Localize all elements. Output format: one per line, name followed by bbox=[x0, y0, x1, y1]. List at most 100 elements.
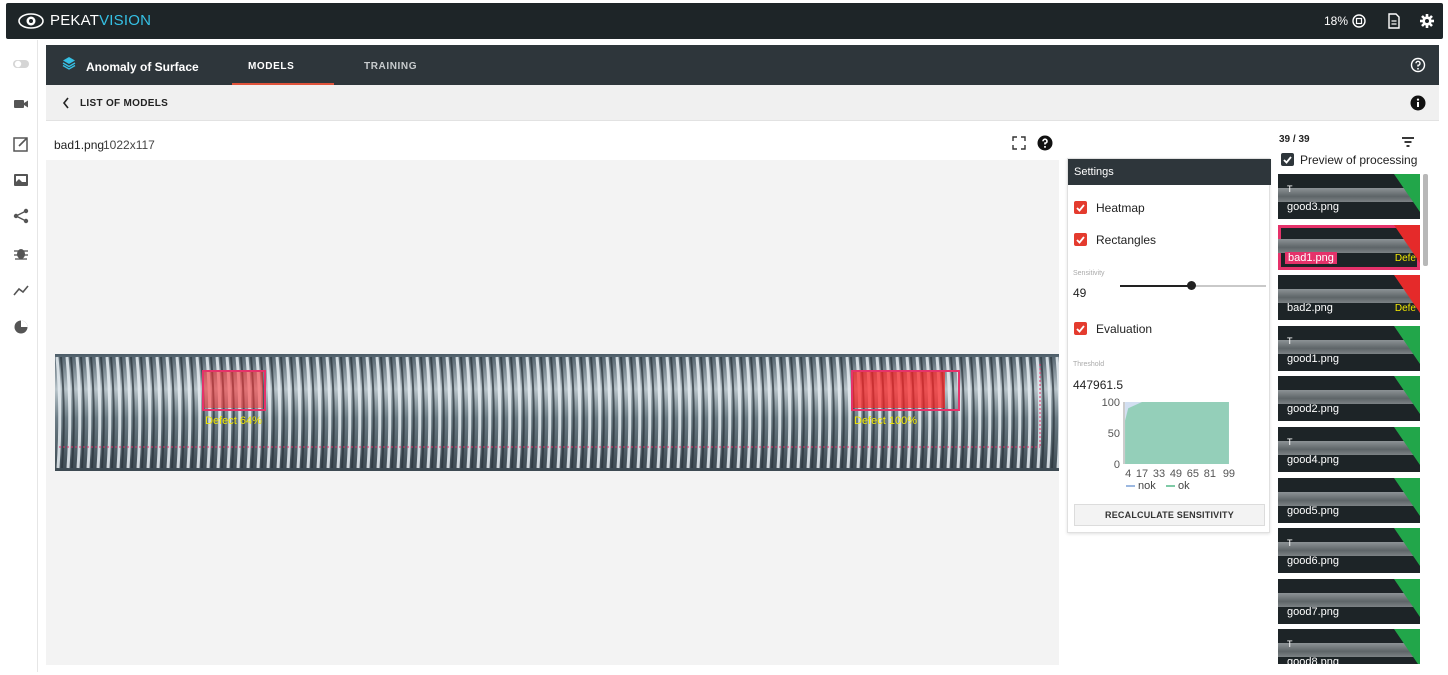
camera-icon[interactable] bbox=[11, 94, 31, 114]
resource-usage: 18% bbox=[1324, 14, 1349, 28]
chart-x-tick-label: 81 bbox=[1204, 468, 1216, 480]
preview-processing-checkbox[interactable] bbox=[1281, 153, 1294, 166]
chart-area-ok bbox=[1125, 402, 1229, 464]
evaluation-chart: 100 50 04 17 33 49 65 81 99 nok ok bbox=[1102, 397, 1235, 492]
toggle-icon[interactable] bbox=[11, 54, 31, 74]
legend-label-nok: nok bbox=[1138, 480, 1156, 492]
chart-x-tick-label: 33 bbox=[1153, 468, 1165, 480]
expand-icon[interactable] bbox=[1012, 136, 1026, 150]
chart-x-tick-label: 99 bbox=[1223, 468, 1235, 480]
chart-y-tick-label: 50 bbox=[1108, 428, 1120, 440]
thumbnail-filename: bad1.png bbox=[1285, 251, 1337, 264]
image-dimensions: 1022x117 bbox=[103, 138, 155, 152]
sensitivity-slider-thumb[interactable] bbox=[1187, 281, 1196, 290]
rectangles-checkbox[interactable] bbox=[1074, 233, 1087, 246]
thumbnail-defect-label: Defe bbox=[1394, 303, 1416, 315]
eye-logo-icon bbox=[18, 13, 44, 29]
thumbnail-item[interactable]: Tgood8.png bbox=[1278, 629, 1420, 664]
thumbnail-item[interactable]: good7.png bbox=[1278, 578, 1420, 624]
thumbnail-mark: T bbox=[1287, 538, 1293, 549]
status-ok-badge bbox=[1394, 174, 1420, 212]
brand-name-part2: VISION bbox=[99, 12, 152, 29]
layers-icon bbox=[62, 57, 76, 70]
image-count: 39 / 39 bbox=[1279, 134, 1310, 145]
chart-x-tick-label: 4 bbox=[1125, 468, 1131, 480]
thumbnail-item[interactable]: Tgood6.png bbox=[1278, 528, 1420, 574]
thumbnail-defect-label: Defe bbox=[1394, 252, 1416, 264]
question-icon[interactable] bbox=[1037, 135, 1053, 151]
document-icon[interactable] bbox=[1387, 13, 1401, 29]
status-ok-badge bbox=[1394, 325, 1420, 364]
chevron-left-icon[interactable] bbox=[62, 97, 70, 109]
thumbnail-item[interactable]: good5.png bbox=[1278, 477, 1420, 523]
app-window: PEKATVISION 18% Anomaly of Surface MODEL… bbox=[0, 0, 1448, 675]
thumbnail-filename: good5.png bbox=[1287, 504, 1339, 517]
chart-x-tick-label: 17 bbox=[1136, 468, 1148, 480]
back-to-models-link[interactable]: LIST OF MODELS bbox=[80, 98, 168, 109]
gear-icon[interactable] bbox=[1419, 13, 1435, 29]
brand-name: PEKATVISION bbox=[50, 12, 151, 29]
thumbnail-item[interactable]: Tgood1.png bbox=[1278, 325, 1420, 371]
thumbnail-item[interactable]: Tgood3.png bbox=[1278, 174, 1420, 219]
thumbnail-filename: good1.png bbox=[1287, 352, 1339, 365]
bug-icon[interactable] bbox=[11, 243, 31, 263]
threshold-label: Threshold bbox=[1073, 361, 1105, 368]
breadcrumb: LIST OF MODELS bbox=[46, 85, 1439, 121]
thumbnail-filename: good2.png bbox=[1287, 403, 1339, 416]
status-ok-badge bbox=[1394, 376, 1420, 415]
image-viewer[interactable]: Defect 64% Defect 100% bbox=[46, 160, 1059, 665]
heatmap-label: Heatmap bbox=[1096, 201, 1145, 215]
share-icon[interactable] bbox=[11, 206, 31, 226]
defect-box[interactable] bbox=[851, 370, 960, 411]
thumbnail-item[interactable]: bad2.png Defe bbox=[1278, 275, 1420, 321]
pie-icon[interactable] bbox=[11, 317, 31, 337]
image-filename: bad1.png bbox=[54, 138, 105, 152]
thumbnail-mark: T bbox=[1287, 184, 1293, 194]
preview-processing-label: Preview of processing bbox=[1300, 153, 1418, 167]
info-icon[interactable] bbox=[1410, 95, 1426, 111]
sensitivity-label: Sensitivity bbox=[1073, 270, 1105, 277]
gallery-icon[interactable] bbox=[11, 170, 31, 190]
status-ok-badge bbox=[1394, 578, 1420, 617]
top-bar: PEKATVISION 18% bbox=[6, 3, 1443, 39]
chart-y-tick-label: 0 bbox=[1114, 459, 1120, 471]
threshold-value[interactable]: 447961.5 bbox=[1073, 378, 1123, 392]
status-ok-badge bbox=[1394, 528, 1420, 567]
help-icon[interactable] bbox=[1410, 57, 1426, 73]
evaluation-checkbox[interactable] bbox=[1074, 322, 1087, 335]
cpu-icon[interactable] bbox=[1352, 14, 1366, 28]
evaluation-label: Evaluation bbox=[1096, 322, 1153, 336]
filter-icon[interactable] bbox=[1401, 136, 1415, 148]
legend-label-ok: ok bbox=[1178, 480, 1190, 492]
chart-x-tick-label: 65 bbox=[1187, 468, 1199, 480]
image-list: Tgood3.png bad1.png Defe bad2.png Defe Tgood1… bbox=[1277, 170, 1421, 664]
defect-label: Defect 64% bbox=[205, 415, 262, 427]
thumbnail-filename: good7.png bbox=[1287, 605, 1339, 618]
thumbnail-item[interactable]: good2.png bbox=[1278, 376, 1420, 422]
settings-title: Settings bbox=[1074, 166, 1114, 178]
heatmap-checkbox[interactable] bbox=[1074, 201, 1087, 214]
model-header: Anomaly of Surface MODELS TRAINING bbox=[46, 45, 1439, 85]
status-ok-badge bbox=[1394, 629, 1420, 664]
recalculate-sensitivity-button[interactable]: RECALCULATE SENSITIVITY bbox=[1074, 504, 1265, 526]
image-list-scrollbar[interactable] bbox=[1423, 174, 1428, 266]
defect-label: Defect 100% bbox=[854, 415, 917, 427]
sensitivity-value[interactable]: 49 bbox=[1073, 286, 1086, 300]
tab-models[interactable]: MODELS bbox=[232, 45, 334, 85]
rectangles-label: Rectangles bbox=[1096, 233, 1157, 247]
thumbnail-filename: good6.png bbox=[1287, 555, 1339, 568]
thumbnail-mark: T bbox=[1287, 335, 1293, 346]
model-name: Anomaly of Surface bbox=[86, 60, 199, 74]
tab-training[interactable]: TRAINING bbox=[364, 61, 417, 72]
chart-icon[interactable] bbox=[11, 280, 31, 300]
thumbnail-mark: T bbox=[1287, 437, 1293, 447]
defect-box[interactable] bbox=[202, 370, 266, 411]
thumbnail-item[interactable]: bad1.png Defe bbox=[1278, 224, 1420, 270]
settings-panel: Settings Heatmap Rectangles Sensitivity … bbox=[1067, 158, 1271, 533]
settings-header: Settings bbox=[1068, 159, 1271, 185]
chart-x-tick-label: 49 bbox=[1170, 468, 1182, 480]
thumbnail-item[interactable]: Tgood4.png bbox=[1278, 427, 1420, 472]
status-ok-badge bbox=[1394, 477, 1420, 516]
thumbnail-filename: good4.png bbox=[1287, 454, 1339, 466]
edit-icon[interactable] bbox=[11, 134, 31, 154]
